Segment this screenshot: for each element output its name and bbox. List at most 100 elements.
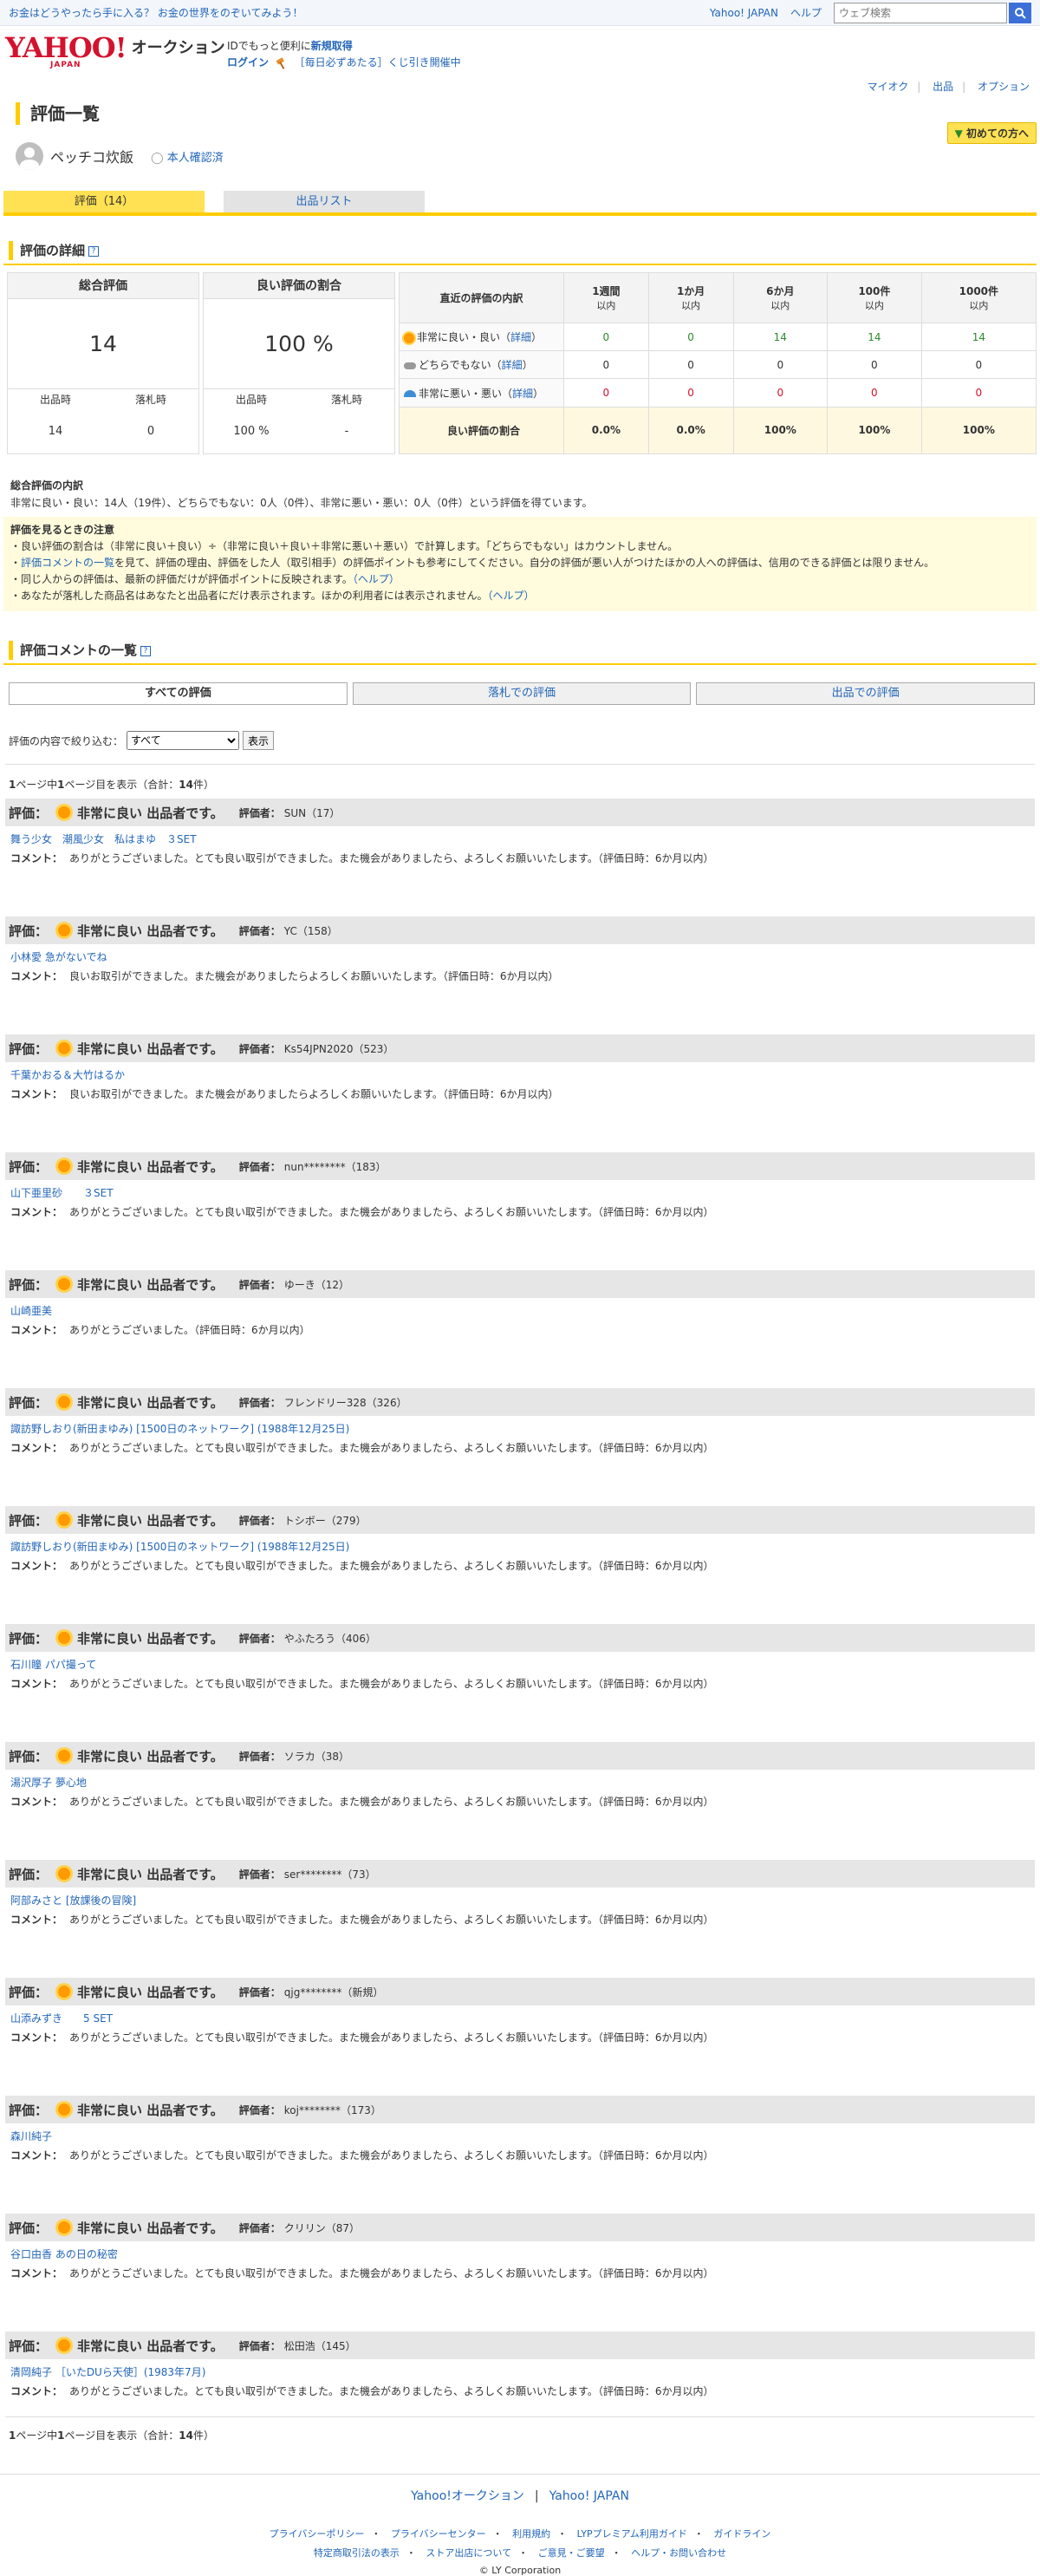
terms-link[interactable]: 利用規約 (512, 2528, 550, 2540)
item-link[interactable]: 湯沢厚子 夢心地 (10, 1777, 87, 1789)
privacy-policy-link[interactable]: プライバシーポリシー (270, 2528, 365, 2540)
comment-text: ありがとうございました。とても良い取引ができました。また機会がありましたら、よろ… (69, 1560, 714, 1572)
rater-name[interactable]: qjg********（新規） (284, 1985, 384, 1999)
filter-select[interactable]: すべて (127, 731, 240, 750)
comment-list-link[interactable]: 評価コメントの一覧 (21, 557, 114, 569)
help-icon[interactable]: ? (88, 245, 100, 257)
filter-tab-seller[interactable]: 出品での評価 (696, 682, 1036, 705)
privacy-center-link[interactable]: プライバシーセンター (391, 2528, 486, 2540)
review-header: 評価： 非常に良い 出品者です。 評価者： ソラカ（38） (5, 1742, 1035, 1770)
promo-link[interactable]: お金はどうやったら手に入る？ お金の世界をのぞいてみよう！ (9, 5, 302, 20)
guideline-link[interactable]: ガイドライン (713, 2528, 770, 2540)
rater-name[interactable]: nun********（183） (284, 1159, 387, 1174)
item-link[interactable]: 舞う少女 潮風少女 私はまゆ ３SET (10, 833, 197, 845)
yahoo-japan-link[interactable]: Yahoo! JAPAN (710, 7, 778, 19)
recent-header: 直近の評価の内訳 (399, 272, 564, 323)
rating-text: 非常に良い 出品者です。 (77, 1630, 224, 1647)
item-link[interactable]: 諏訪野しおり(新田まゆみ) [1500日のネットワーク] (1988年12月25… (10, 1423, 349, 1435)
help-icon[interactable]: ? (140, 645, 152, 656)
buyer-value: - (344, 425, 349, 438)
filter-tab-buyer[interactable]: 落札での評価 (352, 682, 692, 705)
review-item-title: 山下亜里砂 ３SET (5, 1180, 1035, 1204)
rater-name[interactable]: koj********（173） (284, 2103, 381, 2117)
rater-label: 評価者： (238, 1514, 281, 1527)
review-item-title: 谷口由香 あの日の秘密 (5, 2241, 1035, 2266)
feedback-link[interactable]: ご意見・ご要望 (538, 2547, 605, 2559)
rater-label: 評価者： (238, 806, 281, 819)
review-header: 評価： 非常に良い 出品者です。 評価者： Ks54JPN2020（523） (5, 1034, 1035, 1062)
comment-text: ありがとうございました。とても良い取引ができました。また機会がありましたら、よろ… (69, 1796, 714, 1808)
filter-submit-button[interactable]: 表示 (243, 731, 275, 750)
total-rating-sub-values: 14 0 (8, 410, 198, 453)
help-link-2[interactable]: （ヘルプ） (487, 590, 534, 602)
item-link[interactable]: 山下亜里砂 ３SET (10, 1187, 114, 1199)
rater-label: 評価者： (238, 1750, 281, 1763)
first-time-button[interactable]: ▼ 初めての方へ (946, 122, 1037, 144)
rating-text: 非常に良い 出品者です。 (77, 2220, 224, 2236)
search-button[interactable] (1009, 2, 1031, 23)
tab-listings[interactable]: 出品リスト (224, 191, 425, 213)
item-link[interactable]: 阿部みさと [放課後の冒険] (10, 1895, 136, 1907)
review-comment: コメント： ありがとうございました。とても良い取引ができました。また機会がありまし… (5, 1794, 1035, 1816)
yahoo-auction-logo[interactable]: YAHOO! JAPAN オークション (5, 34, 225, 69)
rater-label: 評価者： (238, 1632, 281, 1645)
cell: 0 (827, 350, 922, 380)
item-link[interactable]: 森川純子 (10, 2130, 52, 2142)
footer-yahoo-link[interactable]: Yahoo! JAPAN (549, 2489, 629, 2503)
filter-tab-all[interactable]: すべての評価 (9, 682, 348, 705)
good-detail-link[interactable]: 詳細 (510, 331, 531, 343)
comment-label: コメント： (10, 1796, 63, 1808)
verified-badge[interactable]: ◯ 本人確認済 (151, 148, 224, 165)
title-row: 評価一覧 ▼ 初めての方へ (0, 99, 1040, 144)
help-contact-link[interactable]: ヘルプ・お問い合わせ (631, 2547, 726, 2559)
rater-name[interactable]: クリリン（87） (284, 2221, 360, 2235)
rater-name[interactable]: ser********（73） (284, 1867, 376, 1881)
rater-name[interactable]: やふたろう（406） (284, 1631, 376, 1646)
item-link[interactable]: 清岡純子 ［いたDUら天使］(1983年7月) (10, 2366, 205, 2378)
item-link[interactable]: 千葉かおる＆大竹はるか (10, 1069, 125, 1081)
item-link[interactable]: 諏訪野しおり(新田まゆみ) [1500日のネットワーク] (1988年12月25… (10, 1541, 349, 1553)
rating-breakdown: 総合評価の内訳 非常に良い・良い：14人（19件）、どちらでもない：0人（0件）… (10, 477, 1031, 512)
help-link[interactable]: ヘルプ (790, 5, 822, 20)
rater-name[interactable]: フレンドリー328（326） (284, 1395, 407, 1410)
sun-icon (58, 1514, 71, 1526)
rater-name[interactable]: Ks54JPN2020（523） (284, 1041, 394, 1056)
options-link[interactable]: オプション (978, 81, 1030, 93)
help-link-1[interactable]: （ヘルプ） (353, 573, 400, 585)
col-1week: 1週間 以内 (563, 272, 649, 323)
lottery-link[interactable]: ［毎日必ずあたる］くじ引き開催中 (295, 56, 461, 68)
rater-name[interactable]: ソラカ（38） (284, 1749, 349, 1764)
rating-label: 評価： (9, 1158, 49, 1175)
commerce-law-link[interactable]: 特定商取引法の表示 (314, 2547, 400, 2559)
footer-auction-link[interactable]: Yahoo!オークション (411, 2489, 524, 2503)
myauc-link[interactable]: マイオク (867, 81, 908, 93)
web-search-input[interactable] (834, 2, 1007, 23)
ratio-label: 良い評価の割合 (399, 406, 564, 455)
login-link[interactable]: ログイン (227, 56, 269, 68)
rater-name[interactable]: 松田浩（145） (284, 2338, 356, 2353)
neutral-detail-link[interactable]: 詳細 (502, 359, 523, 371)
sell-link[interactable]: 出品 (933, 81, 953, 93)
rater-name[interactable]: トシボー（279） (284, 1513, 367, 1528)
cell: 0 (827, 378, 922, 408)
premium-guide-link[interactable]: LYPプレミアム利用ガイド (577, 2528, 687, 2540)
comment-text: 良いお取引ができました。また機会がありましたらよろしくお願いいたします。（評価日… (69, 1088, 559, 1100)
seller-label: 出品時 (39, 394, 71, 406)
item-link[interactable]: 山添みずき 5 SET (10, 2012, 113, 2025)
comment-text: ありがとうございました。とても良い取引ができました。また機会がありましたら、よろ… (69, 1914, 714, 1926)
tab-ratings[interactable]: 評価（14） (3, 191, 205, 213)
item-link[interactable]: 谷口由香 あの日の秘密 (10, 2248, 118, 2260)
rater-name[interactable]: YC（158） (284, 923, 338, 938)
item-link[interactable]: 小林愛 急がないでね (10, 951, 107, 963)
new-id-link[interactable]: 新規取得 (311, 40, 353, 52)
rater-name[interactable]: SUN（17） (284, 805, 341, 820)
row-good-label: 非常に良い・良い (417, 331, 501, 344)
item-link[interactable]: 山崎亜美 (10, 1305, 52, 1317)
rater-name[interactable]: ゆーき（12） (284, 1277, 349, 1292)
store-link[interactable]: ストア出店について (426, 2547, 511, 2559)
comment-text: ありがとうございました。とても良い取引ができました。また機会がありましたら、よろ… (69, 1678, 714, 1690)
review-item: 評価： 非常に良い 出品者です。 評価者： フレンドリー328（326） 諏訪野しおり(… (5, 1388, 1035, 1463)
rating-label: 評価： (9, 1630, 49, 1647)
bad-detail-link[interactable]: 詳細 (512, 388, 533, 400)
item-link[interactable]: 石川瞳 パパ撮って (10, 1659, 96, 1671)
